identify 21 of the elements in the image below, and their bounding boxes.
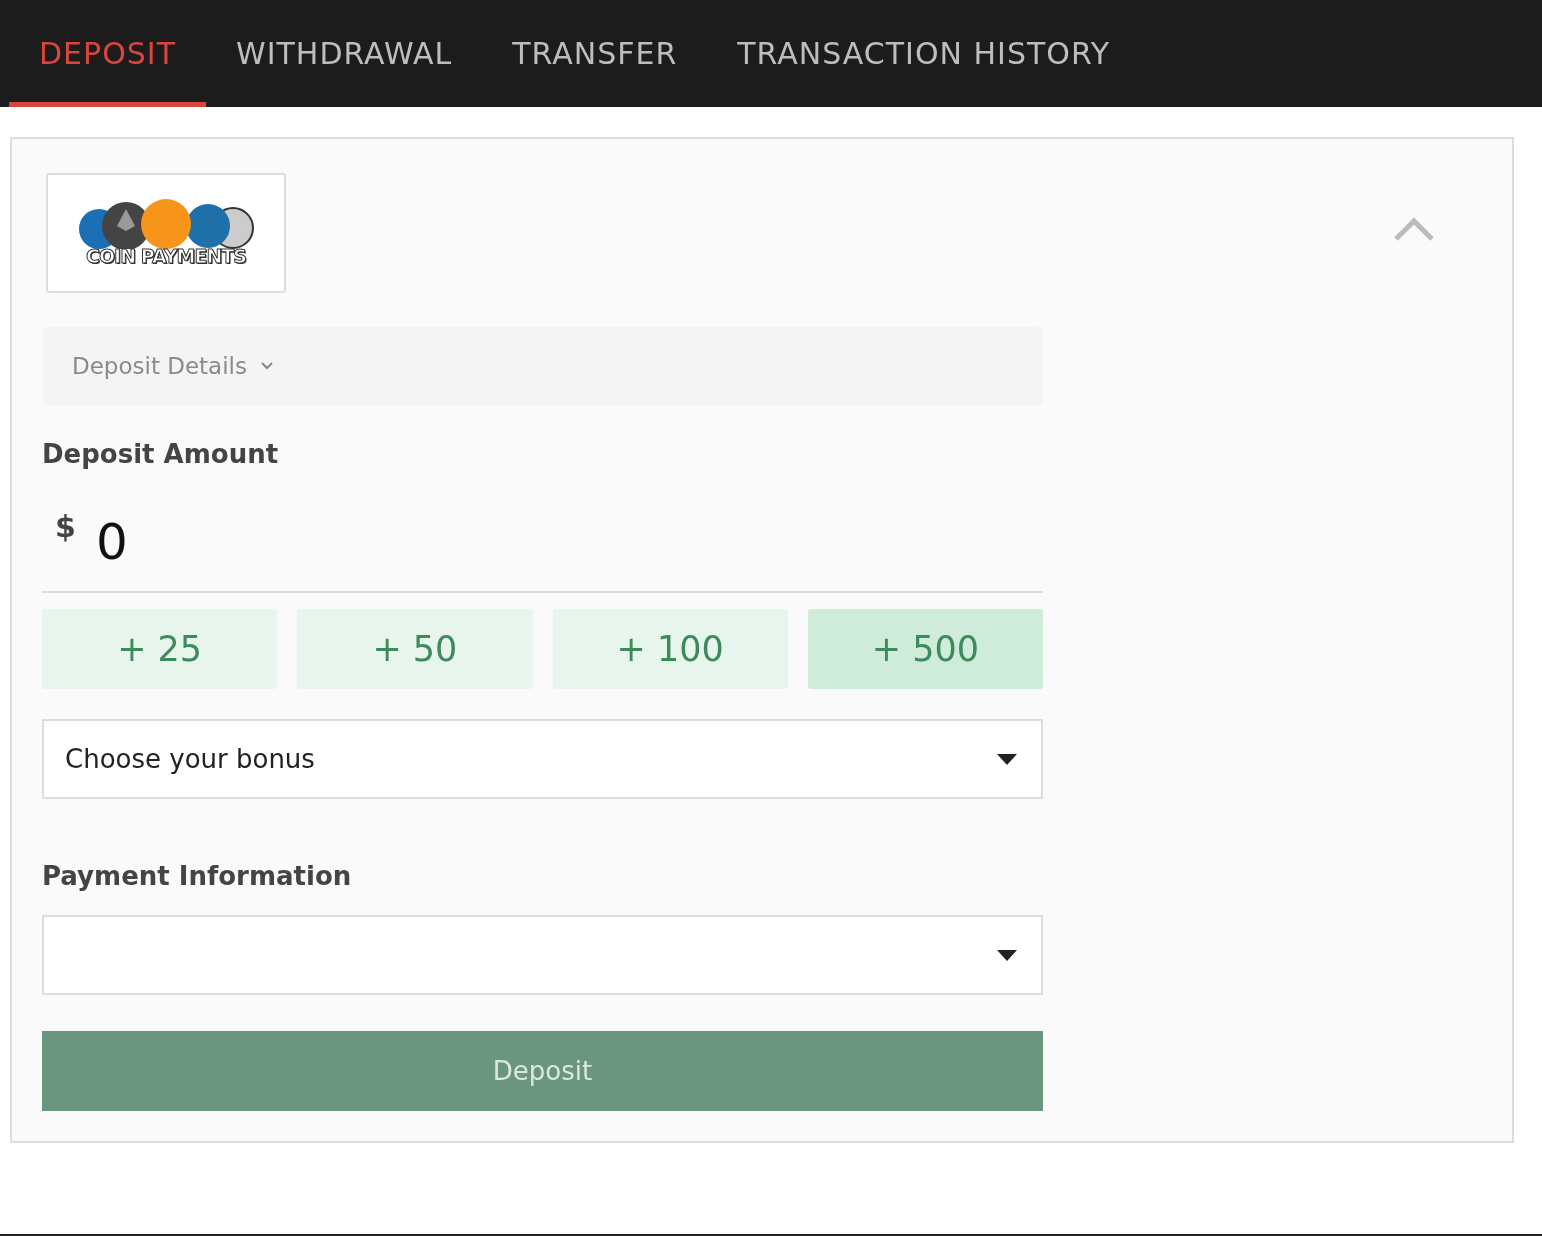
payment-information-select[interactable] [42, 915, 1043, 995]
nav-tab[interactable]: WITHDRAWAL [206, 0, 483, 107]
dropdown-caret-icon [997, 949, 1017, 961]
bonus-select[interactable]: Choose your bonus [42, 719, 1043, 799]
quick-amount-button[interactable]: + 25 [42, 609, 278, 689]
nav-tab[interactable]: DEPOSIT [9, 0, 206, 107]
quick-amount-button[interactable]: + 100 [552, 609, 788, 689]
chevron-down-icon [261, 362, 273, 370]
nav-tab[interactable]: TRANSFER [482, 0, 708, 107]
amount-input[interactable]: 0 [95, 513, 396, 571]
logo-text: COIN PAYMENTS [86, 245, 246, 267]
quick-amount-button[interactable]: + 50 [297, 609, 533, 689]
nav-tab[interactable]: TRANSACTION HISTORY [707, 0, 1141, 107]
dropdown-caret-icon [997, 753, 1017, 765]
quick-amount-button[interactable]: + 500 [807, 609, 1043, 689]
collapse-button[interactable] [1392, 215, 1436, 243]
deposit-details-toggle[interactable]: Deposit Details [72, 353, 273, 379]
section-heading: Payment Information [42, 861, 353, 891]
bonus-placeholder: Choose your bonus [65, 744, 315, 774]
section-heading: Deposit Amount [42, 439, 280, 469]
currency-symbol: $ [55, 509, 76, 544]
